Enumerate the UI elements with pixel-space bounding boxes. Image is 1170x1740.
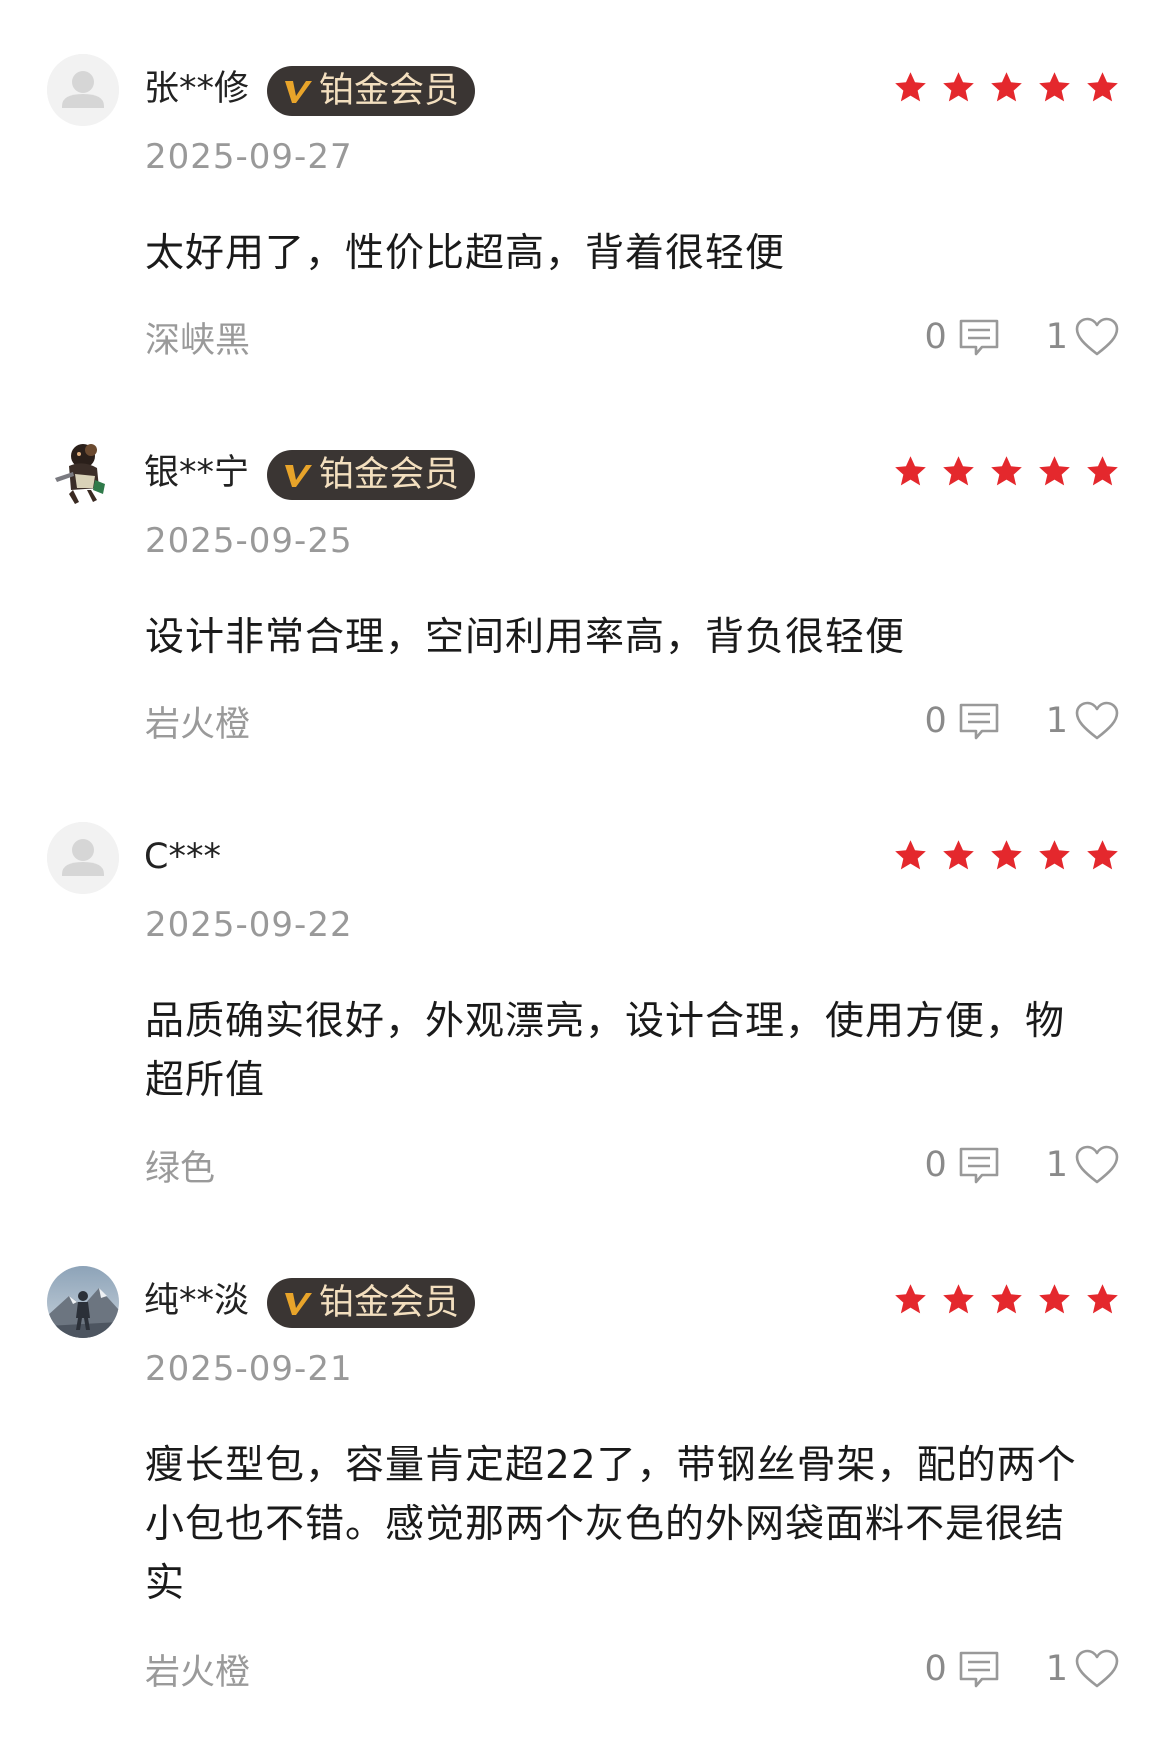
like-count: 1 [1045,317,1068,357]
star-icon [1087,1284,1118,1314]
star-icon [943,840,974,870]
username: 张**修 [144,69,250,109]
member-badge: 铂金会员 [267,450,476,500]
star-icon [1039,72,1070,102]
star-icon [943,72,974,102]
review-date: 2025-09-21 [145,1349,353,1389]
comment-count: 0 [924,1649,947,1689]
star-icon [895,72,926,102]
star-rating [893,70,1120,105]
star-icon [991,456,1022,486]
product-variant: 岩火橙 [145,1653,251,1693]
default-avatar-icon[interactable] [47,54,119,126]
heart-icon[interactable] [1074,1144,1120,1186]
badge-label: 铂金会员 [319,1283,460,1323]
character-avatar[interactable] [47,438,119,510]
badge-label: 铂金会员 [319,71,460,111]
star-icon [895,1284,926,1314]
heart-icon[interactable] [1074,316,1120,358]
star-rating [893,454,1120,489]
star-icon [991,840,1022,870]
like-count: 1 [1045,701,1068,741]
default-avatar-icon[interactable] [47,822,119,894]
star-icon [991,1284,1022,1314]
badge-label: 铂金会员 [319,455,460,495]
review-date: 2025-09-27 [145,137,353,177]
username: 银**宁 [144,453,250,493]
comment-icon[interactable] [957,1145,1001,1185]
vip-v-icon [285,1293,312,1315]
star-rating [893,838,1120,873]
product-variant: 深峡黑 [145,321,251,361]
product-variant: 绿色 [145,1149,216,1189]
member-badge: 铂金会员 [267,66,476,116]
comment-icon[interactable] [957,701,1001,741]
username: 纯**淡 [144,1281,250,1321]
review-content[interactable]: 太好用了，性价比超高，背着很轻便 [145,224,1085,283]
comment-icon[interactable] [957,1649,1001,1689]
heart-icon[interactable] [1074,700,1120,742]
star-icon [1087,456,1118,486]
review-date: 2025-09-22 [145,905,353,945]
review-actions: 0 1 [924,1646,1120,1692]
username: C*** [144,837,221,877]
comment-count: 0 [924,701,947,741]
comment-count: 0 [924,317,947,357]
member-badge: 铂金会员 [267,1278,476,1328]
star-icon [1087,72,1118,102]
star-icon [895,840,926,870]
comment-icon[interactable] [957,317,1001,357]
comment-count: 0 [924,1145,947,1185]
review-actions: 0 1 [924,698,1120,744]
like-count: 1 [1045,1145,1068,1185]
product-variant: 岩火橙 [145,705,251,745]
vip-v-icon [285,81,312,103]
star-icon [1039,1284,1070,1314]
review-date: 2025-09-25 [145,521,353,561]
mountain-photo-avatar[interactable] [47,1266,119,1338]
review-content[interactable]: 品质确实很好，外观漂亮，设计合理，使用方便，物超所值 [145,992,1085,1110]
review-content[interactable]: 设计非常合理，空间利用率高，背负很轻便 [145,608,1085,667]
star-icon [991,72,1022,102]
heart-icon[interactable] [1074,1648,1120,1690]
star-icon [1039,840,1070,870]
star-icon [943,1284,974,1314]
star-icon [895,456,926,486]
review-content[interactable]: 瘦长型包，容量肯定超22了，带钢丝骨架，配的两个小包也不错。感觉那两个灰色的外网… [145,1436,1085,1613]
vip-v-icon [285,465,312,487]
star-rating [893,1282,1120,1317]
star-icon [1087,840,1118,870]
star-icon [1039,456,1070,486]
review-actions: 0 1 [924,314,1120,360]
like-count: 1 [1045,1649,1068,1689]
star-icon [943,456,974,486]
review-actions: 0 1 [924,1142,1120,1188]
